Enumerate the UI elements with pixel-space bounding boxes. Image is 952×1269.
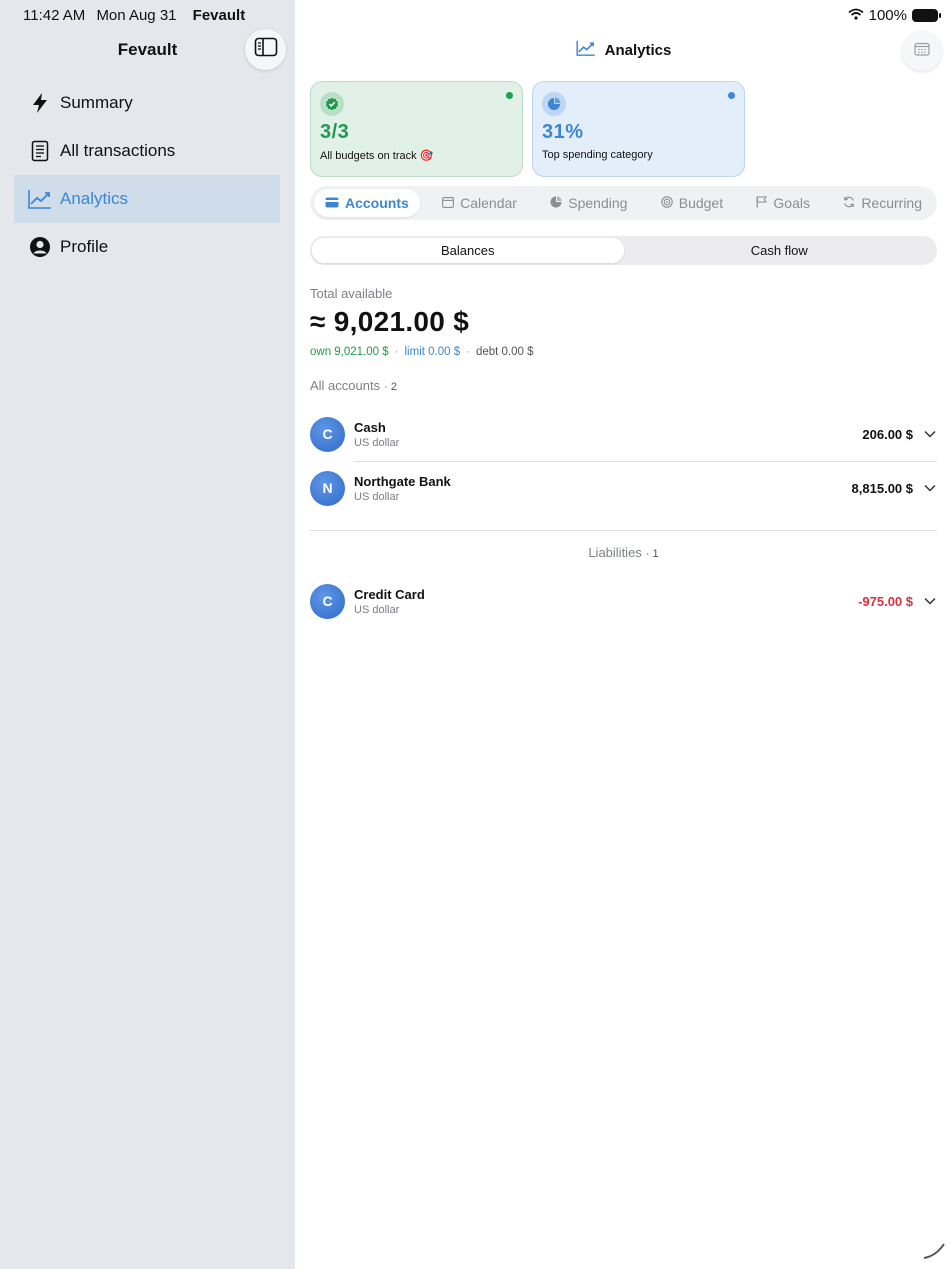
battery-percent: 100% <box>868 7 907 24</box>
all-accounts-header: All accounts · 2 <box>310 378 397 393</box>
tab-label: Accounts <box>345 195 409 211</box>
tab-label: Calendar <box>460 195 517 211</box>
separator: · <box>466 346 470 358</box>
sidebar-item-profile[interactable]: Profile <box>14 223 280 271</box>
sidebar-toggle-icon <box>254 37 278 62</box>
account-name: Cash <box>354 419 386 435</box>
section-title: All accounts <box>310 378 381 393</box>
tab-label: Recurring <box>861 195 923 211</box>
avatar: C <box>310 416 345 452</box>
pie-icon <box>550 195 562 211</box>
chevron-down-icon[interactable] <box>923 481 937 495</box>
receipt-icon <box>28 139 52 163</box>
check-badge-icon <box>320 92 344 116</box>
own-amount: own 9,021.00 $ <box>310 346 389 358</box>
tab-label: Goals <box>773 195 810 211</box>
account-row-credit-card[interactable]: C Credit Card US dollar -975.00 $ <box>310 581 937 621</box>
target-icon <box>660 195 673 211</box>
page-title: Analytics <box>604 41 672 59</box>
segment-cash-flow[interactable]: Cash flow <box>624 238 936 263</box>
status-date: Mon Aug 31 <box>96 7 177 24</box>
tab-label: Budget <box>678 195 724 211</box>
account-row-cash[interactable]: C Cash US dollar 206.00 $ <box>310 414 937 454</box>
chart-line-icon <box>28 187 52 211</box>
sidebar-item-summary[interactable]: Summary <box>14 79 280 127</box>
account-currency: US dollar <box>354 490 400 503</box>
sidebar-item-label: Analytics <box>60 189 129 208</box>
chevron-down-icon[interactable] <box>923 594 937 608</box>
main-panel: 100% Analytics 3/3 All budgets on track … <box>295 0 952 1269</box>
total-available-label: Total available <box>310 286 393 301</box>
balance-breakdown: own 9,021.00 $ · limit 0.00 $ · debt 0.00 $ <box>310 346 534 358</box>
account-amount: -975.00 $ <box>858 593 913 609</box>
sidebar-toggle-button[interactable] <box>245 29 286 70</box>
tab-budget[interactable]: Budget <box>650 189 734 217</box>
chevron-down-icon[interactable] <box>923 427 937 441</box>
card-label: Top spending category <box>542 149 653 161</box>
status-dot <box>728 92 735 99</box>
status-bar-right: 100% <box>848 7 941 24</box>
insight-cards: 3/3 All budgets on track 🎯 31% Top spend… <box>310 81 745 177</box>
tab-accounts[interactable]: Accounts <box>314 189 420 217</box>
sidebar-nav: Summary All transactions Analytics Profi… <box>14 79 280 271</box>
calendar-icon <box>442 195 455 211</box>
repeat-icon <box>843 195 855 211</box>
sidebar-item-label: All transactions <box>60 141 176 160</box>
top-spending-card[interactable]: 31% Top spending category <box>532 81 745 177</box>
card-value: 3/3 <box>320 121 350 143</box>
status-dot <box>506 92 513 99</box>
segment-balances[interactable]: Balances <box>312 238 624 263</box>
status-app-name: Fevault <box>192 7 246 24</box>
resize-handle-icon <box>922 1236 946 1265</box>
account-currency: US dollar <box>354 436 400 449</box>
budgets-card[interactable]: 3/3 All budgets on track 🎯 <box>310 81 523 177</box>
analytics-tabs: Accounts Calendar Spending Budget Goals … <box>310 186 937 220</box>
person-circle-icon <box>28 235 52 259</box>
sidebar-item-label: Profile <box>60 237 109 256</box>
calendar-icon <box>914 42 930 61</box>
avatar: N <box>310 470 345 506</box>
section-count: · 2 <box>384 381 397 393</box>
account-amount: 8,815.00 $ <box>851 480 913 496</box>
view-segmented-control: Balances Cash flow <box>310 236 937 265</box>
sidebar: 11:42 AM Mon Aug 31 Fevault Fevault Summ… <box>0 0 295 1269</box>
sidebar-item-analytics[interactable]: Analytics <box>14 175 280 223</box>
tab-spending[interactable]: Spending <box>539 189 638 217</box>
separator: · <box>394 346 399 358</box>
calendar-button[interactable] <box>902 31 942 71</box>
account-name: Credit Card <box>354 586 425 602</box>
status-time: 11:42 AM <box>23 7 86 24</box>
account-row-northgate-bank[interactable]: N Northgate Bank US dollar 8,815.00 $ <box>310 468 937 508</box>
tab-goals[interactable]: Goals <box>745 189 821 217</box>
avatar: C <box>310 583 345 619</box>
chart-line-icon <box>576 40 596 60</box>
account-currency: US dollar <box>354 603 400 616</box>
sidebar-item-label: Summary <box>60 93 133 112</box>
tab-calendar[interactable]: Calendar <box>431 189 528 217</box>
row-divider <box>354 461 937 462</box>
bolt-icon <box>28 91 52 115</box>
debt-amount: debt 0.00 $ <box>475 346 534 358</box>
wifi-icon <box>848 7 864 24</box>
card-value: 31% <box>542 121 584 143</box>
status-bar-left: 11:42 AM Mon Aug 31 Fevault <box>23 7 245 24</box>
tab-label: Spending <box>568 195 628 211</box>
pie-chart-icon <box>542 92 566 116</box>
card-icon <box>325 195 339 211</box>
liabilities-header: Liabilities · 1 <box>295 545 952 560</box>
flag-icon <box>756 195 768 211</box>
limit-amount: limit 0.00 $ <box>404 346 461 358</box>
battery-icon <box>912 9 941 22</box>
account-name: Northgate Bank <box>354 473 451 489</box>
sidebar-item-all-transactions[interactable]: All transactions <box>14 127 280 175</box>
section-count: · 1 <box>645 548 659 560</box>
section-title: Liabilities <box>588 545 642 560</box>
card-label: All budgets on track 🎯 <box>320 150 434 162</box>
total-available-amount: ≈ 9,021.00 $ <box>310 306 470 337</box>
tab-recurring[interactable]: Recurring <box>832 189 933 217</box>
account-amount: 206.00 $ <box>862 426 913 442</box>
page-header: Analytics <box>295 40 952 60</box>
section-divider <box>310 530 937 531</box>
